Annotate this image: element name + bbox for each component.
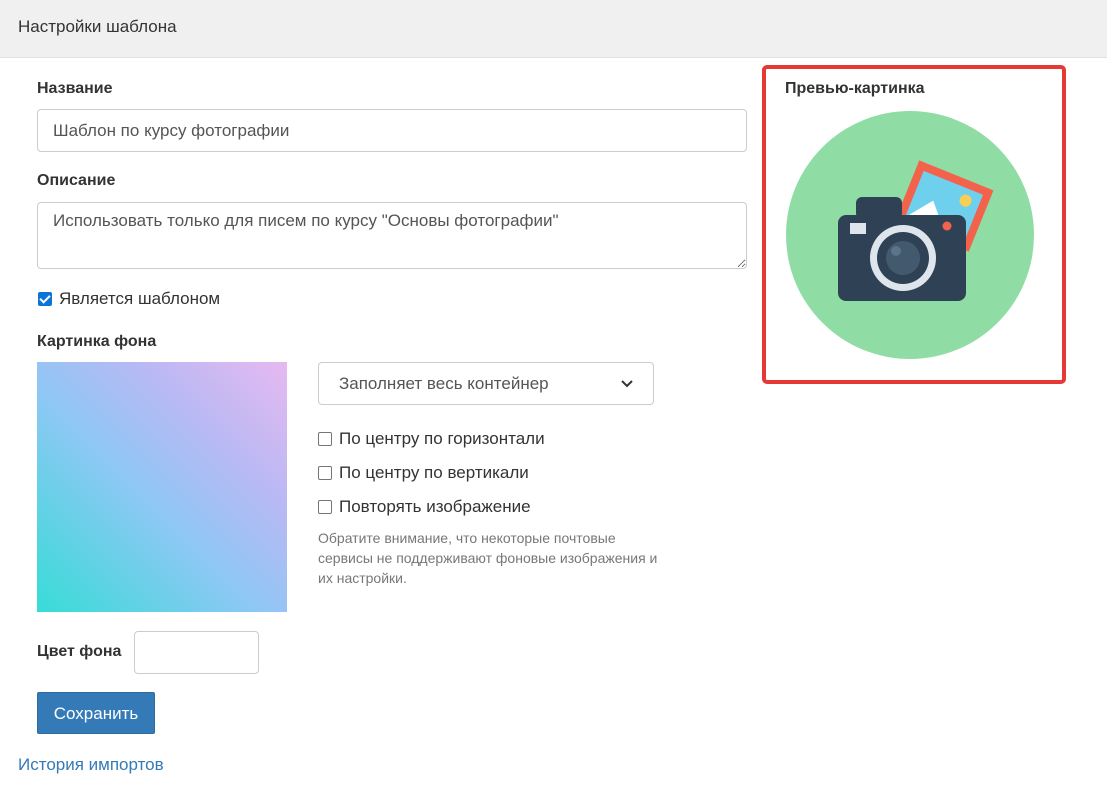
is-template-checkbox-row[interactable]: Является шаблоном [38, 289, 220, 309]
import-history-link[interactable]: История импортов [18, 755, 164, 775]
repeat-image-label: Повторять изображение [339, 497, 531, 516]
description-label: Описание [37, 172, 116, 189]
panel-header: Настройки шаблона [0, 0, 1107, 58]
repeat-image-row[interactable]: Повторять изображение [318, 497, 531, 517]
background-fit-select-value: Заполняет весь контейнер [339, 373, 549, 393]
center-vertical-label: По центру по вертикали [339, 463, 529, 482]
background-image-label: Картинка фона [37, 333, 157, 350]
page-title: Настройки шаблона [18, 17, 177, 36]
name-input[interactable] [37, 109, 747, 152]
description-textarea[interactable]: Использовать только для писем по курсу "… [37, 202, 747, 269]
template-settings-page: Настройки шаблона Название Описание Испо… [0, 0, 1107, 791]
camera-icon[interactable] [786, 111, 1034, 359]
center-vertical-row[interactable]: По центру по вертикали [318, 463, 529, 483]
background-image-preview[interactable] [37, 362, 287, 612]
center-vertical-checkbox[interactable] [318, 466, 332, 480]
name-label: Название [37, 80, 113, 97]
preview-label: Превью-картинка [785, 80, 925, 97]
center-horizontal-label: По центру по горизонтали [339, 429, 545, 448]
center-horizontal-checkbox[interactable] [318, 432, 332, 446]
is-template-checkbox[interactable] [38, 292, 52, 306]
background-fit-select[interactable]: Заполняет весь контейнер [318, 362, 654, 405]
chevron-down-icon [621, 379, 633, 387]
repeat-image-checkbox[interactable] [318, 500, 332, 514]
background-color-label: Цвет фона [37, 643, 122, 660]
background-color-input[interactable] [134, 631, 259, 674]
background-support-note: Обратите внимание, что некоторые почтовы… [318, 530, 658, 586]
save-button[interactable]: Сохранить [37, 692, 155, 734]
center-horizontal-row[interactable]: По центру по горизонтали [318, 429, 545, 449]
is-template-label: Является шаблоном [59, 289, 221, 308]
